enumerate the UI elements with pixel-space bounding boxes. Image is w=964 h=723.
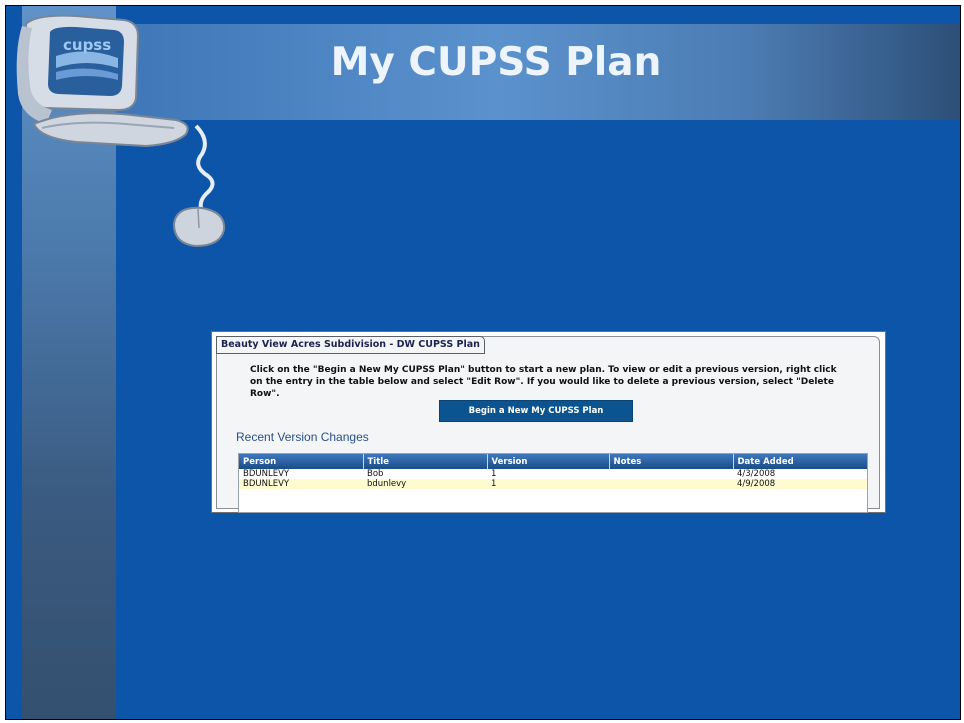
recent-version-changes-heading: Recent Version Changes: [236, 430, 369, 444]
cell-date-added: 4/9/2008: [733, 479, 867, 489]
column-header-title[interactable]: Title: [363, 454, 488, 469]
column-header-notes[interactable]: Notes: [609, 454, 734, 469]
column-header-version[interactable]: Version: [487, 454, 610, 469]
table-header-row: Person Title Version Notes Date Added: [239, 454, 867, 469]
table-row[interactable]: BDUNLEVY bdunlevy 1 4/9/2008: [239, 479, 867, 489]
page-title: My CUPSS Plan: [330, 40, 662, 85]
version-table: Person Title Version Notes Date Added BD…: [238, 453, 868, 513]
cell-person: BDUNLEVY: [243, 469, 290, 479]
cell-version: 1: [487, 479, 609, 489]
cell-person: BDUNLEVY: [239, 479, 363, 489]
instructions-text: Click on the "Begin a New My CUPSS Plan"…: [250, 365, 837, 399]
app-window: Beauty View Acres Subdivision - DW CUPSS…: [211, 331, 886, 513]
table-row[interactable]: BDUNLEVY Bob 1 4/3/2008: [239, 469, 867, 479]
cell-notes: [609, 469, 733, 479]
begin-new-plan-button[interactable]: Begin a New My CUPSS Plan: [439, 400, 633, 422]
column-header-person[interactable]: Person: [239, 454, 364, 469]
cell-title: Bob: [367, 469, 384, 479]
plan-panel: Beauty View Acres Subdivision - DW CUPSS…: [216, 336, 880, 513]
cell-title: bdunlevy: [363, 479, 487, 489]
svg-text:cupss: cupss: [63, 36, 111, 54]
cell-notes: [609, 479, 733, 489]
cell-version: 1: [491, 469, 497, 479]
cupss-logo-icon: cupss: [63, 36, 111, 54]
slide: cupss My CUPSS Plan Beauty View Acres Su…: [5, 5, 961, 720]
tab-plan[interactable]: Beauty View Acres Subdivision - DW CUPSS…: [216, 336, 485, 354]
cell-date-added: 4/3/2008: [737, 469, 776, 479]
column-header-date-added[interactable]: Date Added: [733, 454, 867, 469]
